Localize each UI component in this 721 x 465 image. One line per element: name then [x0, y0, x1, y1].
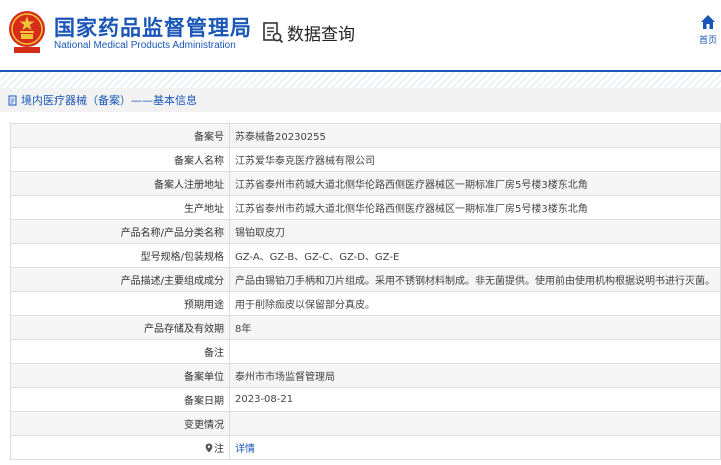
- table-row: 预期用途 用于削除痂皮以保留部分真皮。: [10, 291, 721, 316]
- row-value: 2023-08-21: [235, 394, 294, 405]
- home-label: 首页: [698, 36, 717, 46]
- row-label-cell: 产品描述/主要组成成分: [10, 267, 230, 292]
- row-value-cell: 2023-08-21: [229, 387, 721, 412]
- row-value-cell: 江苏省泰州市药城大道北侧华伦路西侧医疗器械区一期标准厂房5号楼3楼东北角: [229, 195, 721, 220]
- detail-table: 备案号 苏泰械备20230255 备案人名称 江苏爱华泰克医疗器械有限公司 备案人注册地…: [10, 123, 721, 460]
- row-value-cell: GZ-A、GZ-B、GZ-C、GZ-D、GZ-E: [229, 243, 721, 268]
- table-row: 注详情: [10, 435, 721, 460]
- location-pin-icon: [205, 443, 213, 453]
- row-label: 备案人名称: [174, 156, 224, 167]
- document-icon: [8, 95, 17, 105]
- row-value: 锡铂取皮刀: [235, 228, 285, 239]
- row-value-cell: [229, 411, 721, 436]
- row-value: 江苏省泰州市药城大道北侧华伦路西侧医疗器械区一期标准厂房5号楼3楼东北角: [235, 180, 588, 191]
- details-link[interactable]: 详情: [235, 444, 255, 455]
- row-label: 型号规格/包装规格: [140, 252, 224, 263]
- row-value: GZ-A、GZ-B、GZ-C、GZ-D、GZ-E: [235, 252, 400, 263]
- row-label-cell: 生产地址: [10, 195, 230, 220]
- row-label-cell: 备案人名称: [10, 147, 230, 172]
- row-label-cell: 备案单位: [10, 363, 230, 388]
- row-label-cell: 备案日期: [10, 387, 230, 412]
- row-value-cell: 产品由锡铂刀手柄和刀片组成。采用不锈钢材料制成。非无菌提供。使用前由使用机构根据…: [229, 267, 721, 292]
- table-row: 产品存储及有效期 8年: [10, 315, 721, 340]
- emblem-logo[interactable]: [8, 10, 46, 54]
- table-row: 备注: [10, 339, 721, 364]
- row-label-cell: 备注: [10, 339, 230, 364]
- row-label-cell: 型号规格/包装规格: [10, 243, 230, 268]
- row-label: 产品名称/产品分类名称: [120, 228, 224, 239]
- table-row: 产品描述/主要组成成分 产品由锡铂刀手柄和刀片组成。采用不锈钢材料制成。非无菌提供…: [10, 267, 721, 292]
- row-value: 江苏爱华泰克医疗器械有限公司: [235, 156, 375, 167]
- table-row: 生产地址 江苏省泰州市药城大道北侧华伦路西侧医疗器械区一期标准厂房5号楼3楼东北角: [10, 195, 721, 220]
- row-label: 变更情况: [184, 420, 224, 431]
- table-row: 产品名称/产品分类名称 锡铂取皮刀: [10, 219, 721, 244]
- row-label: 备案号: [194, 132, 224, 143]
- row-label: 产品描述/主要组成成分: [120, 276, 224, 287]
- row-label: 产品存储及有效期: [144, 324, 224, 335]
- home-link[interactable]: 首页: [697, 14, 719, 46]
- data-query-label: 数据查询: [287, 25, 355, 45]
- row-value: 8年: [235, 324, 252, 335]
- table-row: 变更情况: [10, 411, 721, 436]
- row-label-cell: 备案人注册地址: [10, 171, 230, 196]
- row-value: 江苏省泰州市药城大道北侧华伦路西侧医疗器械区一期标准厂房5号楼3楼东北角: [235, 204, 588, 215]
- row-value-cell: 用于削除痂皮以保留部分真皮。: [229, 291, 721, 316]
- row-label: 备案日期: [184, 396, 224, 407]
- table-row: 备案人注册地址 江苏省泰州市药城大道北侧华伦路西侧医疗器械区一期标准厂房5号楼3楼…: [10, 171, 721, 196]
- row-label-cell: 备案号: [10, 123, 230, 148]
- table-row: 备案人名称 江苏爱华泰克医疗器械有限公司: [10, 147, 721, 172]
- row-label: 预期用途: [184, 300, 224, 311]
- decorative-stripe: [0, 72, 721, 88]
- table-row: 备案单位 泰州市市场监督管理局: [10, 363, 721, 388]
- org-name-en[interactable]: National Medical Products Administration: [54, 40, 236, 51]
- row-value: 产品由锡铂刀手柄和刀片组成。采用不锈钢材料制成。非无菌提供。使用前由使用机构根据…: [235, 276, 715, 287]
- breadcrumb: 境内医疗器械（备案）——基本信息: [0, 88, 721, 112]
- data-query-title: 数据查询: [262, 20, 355, 45]
- row-label-cell: 产品名称/产品分类名称: [10, 219, 230, 244]
- row-value-cell: 泰州市市场监督管理局: [229, 363, 721, 388]
- site-header: 国家药品监督管理局 National Medical Products Admi…: [0, 0, 721, 70]
- search-document-icon: [263, 21, 284, 43]
- org-name-cn[interactable]: 国家药品监督管理局: [54, 12, 252, 42]
- row-label-cell: 预期用途: [10, 291, 230, 316]
- row-label: 备案单位: [184, 372, 224, 383]
- row-label: 备案人注册地址: [154, 180, 224, 191]
- table-row: 型号规格/包装规格 GZ-A、GZ-B、GZ-C、GZ-D、GZ-E: [10, 243, 721, 268]
- row-value-cell: [229, 339, 721, 364]
- row-value: 苏泰械备20230255: [235, 132, 326, 143]
- row-value-cell: 锡铂取皮刀: [229, 219, 721, 244]
- row-label-cell: 产品存储及有效期: [10, 315, 230, 340]
- row-value-cell: 苏泰械备20230255: [229, 123, 721, 148]
- row-value-cell: 详情: [229, 435, 721, 460]
- breadcrumb-text: 境内医疗器械（备案）——基本信息: [21, 94, 197, 107]
- row-value-cell: 江苏爱华泰克医疗器械有限公司: [229, 147, 721, 172]
- table-row: 备案号 苏泰械备20230255: [10, 123, 721, 148]
- row-label: 注: [214, 444, 224, 455]
- row-value: 用于削除痂皮以保留部分真皮。: [235, 300, 375, 311]
- row-label: 备注: [204, 348, 224, 359]
- row-label-cell: 变更情况: [10, 411, 230, 436]
- home-icon: [701, 15, 715, 29]
- table-row: 备案日期 2023-08-21: [10, 387, 721, 412]
- row-value: 泰州市市场监督管理局: [235, 372, 335, 383]
- row-value-cell: 江苏省泰州市药城大道北侧华伦路西侧医疗器械区一期标准厂房5号楼3楼东北角: [229, 171, 721, 196]
- row-value-cell: 8年: [229, 315, 721, 340]
- row-label-cell: 注: [10, 435, 230, 460]
- row-label: 生产地址: [184, 204, 224, 215]
